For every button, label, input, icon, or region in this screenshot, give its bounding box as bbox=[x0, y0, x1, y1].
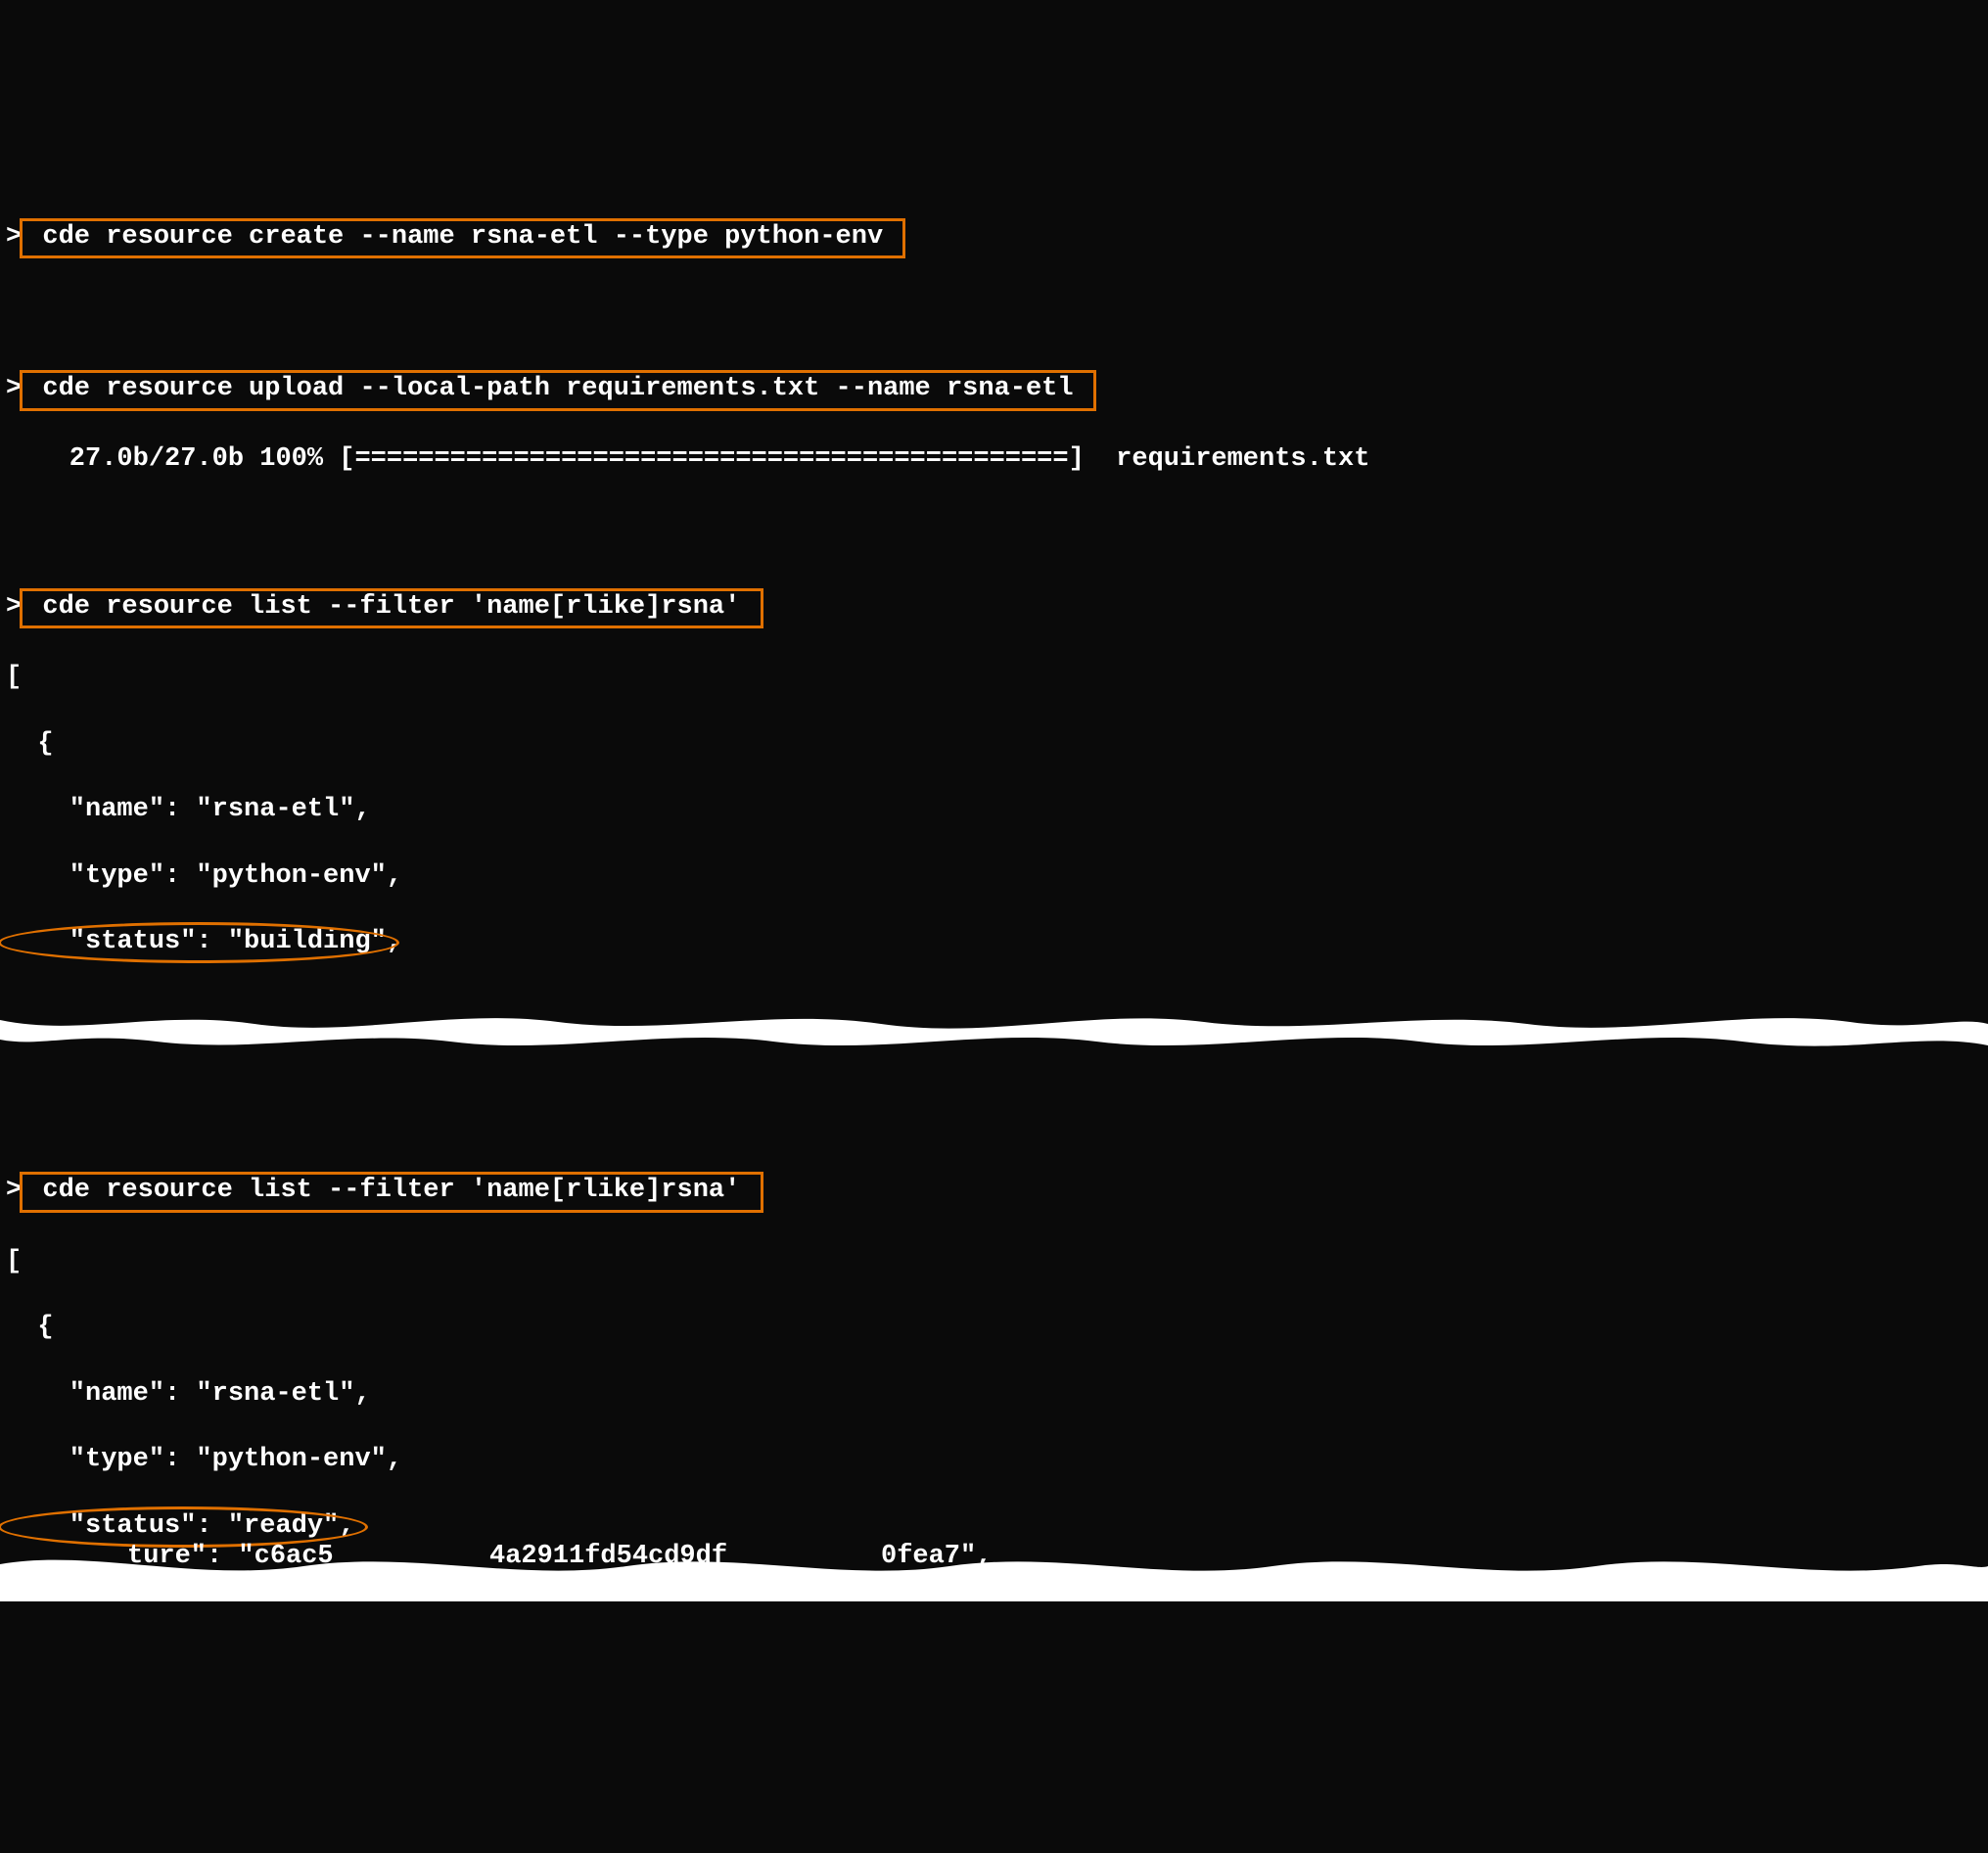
upload-progress-line: 27.0b/27.0b 100% [======================… bbox=[6, 443, 1982, 477]
spacer bbox=[6, 1093, 1982, 1138]
json-output-line: [ bbox=[6, 1246, 1982, 1279]
command-line-3: > cde resource list --filter 'name[rlike… bbox=[6, 588, 1982, 629]
json-output-line: "type": "python-env", bbox=[6, 860, 1982, 894]
terminal-session: > cde resource create --name rsna-etl --… bbox=[0, 132, 1988, 1688]
tear-icon bbox=[0, 1002, 1988, 1061]
json-output-line: "name": "rsna-etl", bbox=[6, 794, 1982, 827]
spacer bbox=[6, 510, 1982, 555]
torn-paper-divider bbox=[0, 1002, 1988, 1061]
json-status-line-ready: "status": "ready", bbox=[6, 1510, 354, 1544]
json-output-line: [ bbox=[6, 662, 1982, 695]
json-status-line-building: "status": "building", bbox=[6, 926, 402, 959]
json-output-line: "type": "python-env", bbox=[6, 1444, 1982, 1477]
torn-paper-divider: ture": "c6ac5 4a2911fd54cd9df 0fea7", bbox=[0, 1543, 1988, 1601]
partial-output-text: 4a2911fd54cd9df bbox=[489, 1543, 727, 1571]
command-line-4: > cde resource list --filter 'name[rlike… bbox=[6, 1172, 1982, 1213]
command-highlight-box: cde resource list --filter 'name[rlike]r… bbox=[20, 588, 763, 629]
spacer bbox=[6, 959, 1982, 969]
partial-output-text: 0fea7", bbox=[881, 1543, 992, 1571]
command-line-1: > cde resource create --name rsna-etl --… bbox=[6, 218, 1982, 259]
tear-icon: ture": "c6ac5 4a2911fd54cd9df 0fea7", bbox=[0, 1543, 1988, 1601]
command-highlight-box: cde resource create --name rsna-etl --ty… bbox=[20, 218, 905, 259]
spacer bbox=[6, 292, 1982, 337]
json-output-line: "name": "rsna-etl", bbox=[6, 1378, 1982, 1412]
status-text: "status": "ready", bbox=[6, 1511, 354, 1541]
command-highlight-box: cde resource list --filter 'name[rlike]r… bbox=[20, 1172, 763, 1213]
json-output-line: { bbox=[6, 1312, 1982, 1345]
command-highlight-box: cde resource upload --local-path require… bbox=[20, 370, 1096, 411]
command-line-2: > cde resource upload --local-path requi… bbox=[6, 370, 1982, 411]
status-text: "status": "building", bbox=[6, 927, 402, 956]
partial-output-text: ture": "c6ac5 bbox=[127, 1543, 334, 1571]
json-output-line: { bbox=[6, 728, 1982, 762]
